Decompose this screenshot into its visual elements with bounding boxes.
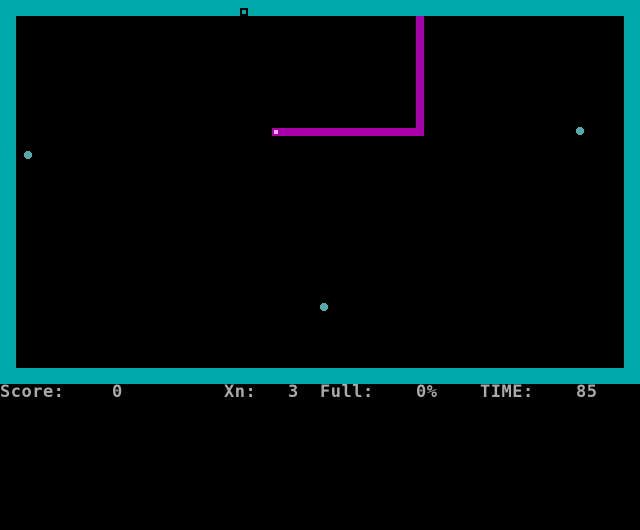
score-label: Score: [0, 382, 65, 402]
full-label: Full: [320, 382, 374, 402]
score-value: 0 [112, 382, 123, 402]
player-cursor-icon [272, 128, 280, 136]
border-frame-top [0, 0, 640, 16]
game-area [0, 0, 640, 384]
bouncing-ball-icon [24, 151, 32, 159]
xn-label: Xn: [224, 382, 257, 402]
bouncing-ball-icon [576, 127, 584, 135]
fill-percent-value: 0% [416, 382, 438, 402]
trail-horizontal [276, 128, 424, 136]
border-eater-icon [240, 8, 248, 16]
status-bar: Score: 0 Xn: 3 Full: 0% TIME: 85 [0, 382, 640, 402]
trail-vertical [416, 16, 424, 136]
playfield [16, 16, 624, 368]
border-frame-left [0, 0, 16, 384]
bouncing-ball-icon [320, 303, 328, 311]
lives-value: 3 [288, 382, 299, 402]
time-value: 85 [576, 382, 598, 402]
border-frame-right [624, 0, 640, 384]
time-label: TIME: [480, 382, 534, 402]
